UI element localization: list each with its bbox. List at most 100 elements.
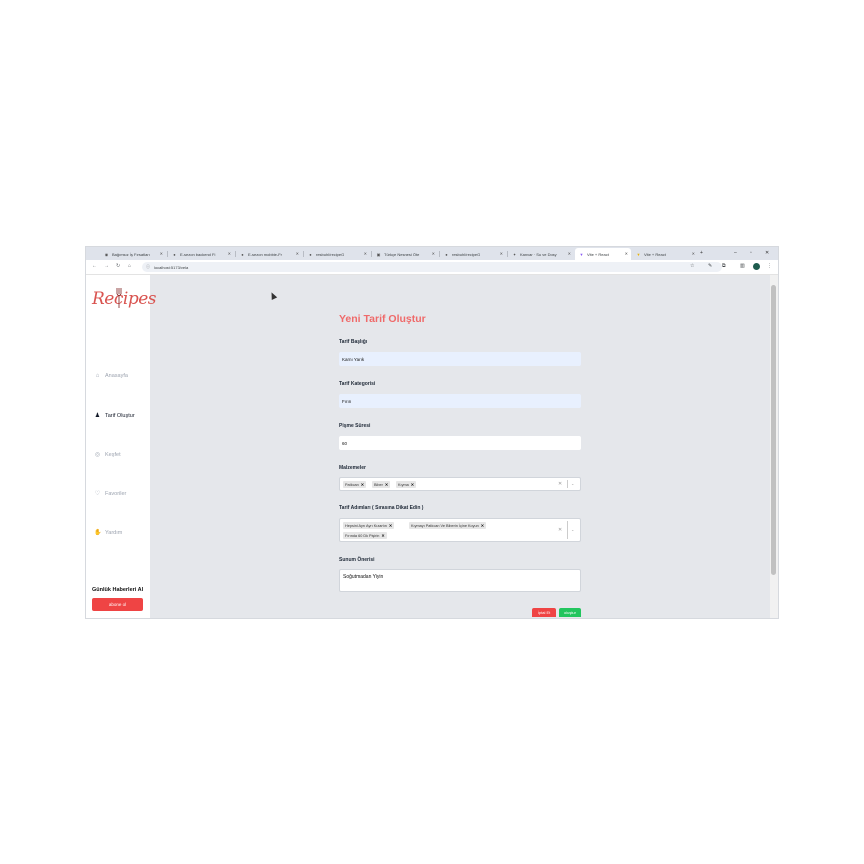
tab-title: E-sezon backend Fi	[180, 251, 216, 257]
close-icon[interactable]: ✕	[364, 251, 367, 256]
window-close-icon[interactable]: ✕	[765, 250, 769, 256]
chip-label: Kıyma	[398, 482, 409, 487]
cook-time-input[interactable]: 60	[339, 436, 581, 450]
hands-icon: ✋	[94, 530, 102, 536]
browser-tab[interactable]: ▼ Vite + React ✕	[632, 248, 698, 260]
serving-textarea[interactable]: Soğutmadan Yiyin	[339, 569, 581, 592]
ingredients-multiselect[interactable]: Patlıcan ✕ Biber ✕ Kıyma ✕ ✕ ⌄	[339, 477, 581, 491]
minimize-icon[interactable]: –	[734, 250, 737, 256]
close-icon[interactable]: ✕	[568, 251, 571, 256]
chevron-down-icon[interactable]: ⌄	[571, 481, 574, 486]
mouse-cursor	[268, 291, 278, 300]
sidebar-item-label: Yardım	[105, 529, 123, 536]
browser-tab-active[interactable]: ▼ Vite + React ✕	[575, 248, 631, 260]
home-icon: ⌂	[95, 373, 100, 379]
close-icon[interactable]: ✕	[228, 251, 231, 256]
subscribe-button[interactable]: abone ol	[92, 598, 143, 611]
close-icon[interactable]: ✕	[160, 251, 163, 256]
extension-puzzle-icon[interactable]: ✎	[708, 263, 712, 269]
github-icon: ●	[445, 251, 448, 257]
chip-label: Patlıcan	[345, 482, 359, 487]
ingredient-chip: Kıyma ✕	[396, 481, 416, 488]
globe-icon: ◉	[104, 251, 109, 257]
chevron-down-icon[interactable]: ⌄	[571, 527, 574, 532]
cook-time-label: Pişme Süresi	[339, 423, 371, 429]
browser-tab[interactable]: ● resbuhl/recipeG ✕	[440, 248, 506, 260]
doc-icon: ▣	[376, 251, 381, 257]
remove-chip-icon[interactable]: ✕	[411, 482, 414, 487]
remove-chip-icon[interactable]: ✕	[381, 533, 384, 538]
newsletter-title: Günlük Haberleri Al	[92, 587, 144, 593]
sidebar: Recipes ⌂ Anasayfa ♟ Tarif Oluştur ◎ Keşfet…	[86, 275, 157, 618]
user-icon: ♟	[94, 413, 101, 419]
sidebar-item-explore[interactable]: ◎ Keşfet	[94, 451, 121, 459]
browser-tab[interactable]: ◉ Bağımsız İş Fırsatları ✕	[100, 248, 166, 260]
cancel-button[interactable]: İptal Et	[532, 608, 556, 617]
browser-tab[interactable]: ✦ Kanvar · Su ve Dosy ✕	[508, 248, 574, 260]
tab-title: resbuhl/recipeG	[316, 251, 345, 257]
clear-icon[interactable]: ✕	[558, 527, 562, 533]
sidebar-item-favorites[interactable]: ♡ Favoriler	[94, 490, 127, 498]
close-icon[interactable]: ✕	[432, 251, 435, 256]
vite-icon: ▼	[636, 251, 641, 257]
remove-chip-icon[interactable]: ✕	[389, 523, 392, 528]
tab-title: Bağımsız İş Fırsatları	[112, 251, 150, 257]
address-bar-row: ← → ↻ ⌂ ⓘ localhost:5173/vela ☆ ✎ ⧉ ▥ ⋮	[86, 260, 778, 275]
serving-label: Sunum Önerisi	[339, 557, 375, 563]
vite-icon: ▼	[579, 251, 584, 257]
page-scrollbar[interactable]	[770, 275, 778, 618]
sidebar-item-create-recipe[interactable]: ♟ Tarif Oluştur	[94, 412, 135, 420]
browser-tab[interactable]: ● E-sezon mobbie-Fr ✕	[236, 248, 302, 260]
close-icon[interactable]: ✕	[625, 251, 628, 256]
steps-multiselect[interactable]: Hepsini Ayrı Ayrı Kızartın ✕ Kıymayı Patl…	[339, 518, 581, 542]
new-tab-icon[interactable]: +	[700, 250, 703, 256]
site-info-icon[interactable]: ⓘ	[146, 264, 150, 270]
chip-label: Hepsini Ayrı Ayrı Kızartın	[345, 523, 387, 528]
recipe-title-input[interactable]: Karnı Yarık	[339, 352, 581, 366]
settings-icon: ✦	[512, 251, 517, 257]
scrollbar-thumb[interactable]	[771, 285, 776, 575]
clear-icon[interactable]: ✕	[558, 481, 562, 487]
sidebar-item-label: Tarif Oluştur	[105, 412, 135, 419]
maximize-icon[interactable]: ▫	[750, 250, 752, 256]
sidebar-item-label: Anasayfa	[105, 373, 128, 379]
sidebar-item-home[interactable]: ⌂ Anasayfa	[94, 373, 128, 379]
browser-tab[interactable]: ▣ Türkçe Nesnesi Öte ✕	[372, 248, 438, 260]
tab-title: Türkçe Nesnesi Öte	[384, 251, 420, 257]
sidebar-item-help[interactable]: ✋ Yardım	[94, 529, 123, 537]
remove-chip-icon[interactable]: ✕	[481, 523, 484, 528]
category-input[interactable]: Fırın	[339, 394, 581, 408]
browser-window: ◉ Bağımsız İş Fırsatları ✕ ● E-sezon backen…	[86, 247, 778, 618]
chip-label: Fırında 60 Dk Pişirin	[345, 533, 380, 538]
browser-tab[interactable]: ● resbuhl/recipeG ✕	[304, 248, 370, 260]
ingredients-label: Malzemeler	[339, 465, 366, 471]
menu-kebab-icon[interactable]: ⋮	[767, 263, 772, 269]
page-viewport: Recipes ⌂ Anasayfa ♟ Tarif Oluştur ◎ Keşfet…	[86, 275, 778, 618]
url-field[interactable]: ⓘ localhost:5173/vela	[142, 262, 722, 272]
ingredient-chip: Biber ✕	[372, 481, 391, 488]
close-icon[interactable]: ✕	[500, 251, 503, 256]
side-panel-icon[interactable]: ▥	[740, 263, 745, 269]
tab-title: Vite + React	[644, 251, 666, 257]
github-icon: ●	[241, 251, 244, 257]
remove-chip-icon[interactable]: ✕	[361, 482, 364, 487]
back-icon[interactable]: ←	[92, 263, 97, 269]
step-chip: Kıymayı Patlıcan Ve Biberin İçine Koyun ✕	[409, 522, 486, 529]
tab-bar: ◉ Bağımsız İş Fırsatları ✕ ● E-sezon backen…	[86, 247, 778, 260]
close-icon[interactable]: ✕	[692, 251, 695, 256]
compass-icon: ◎	[94, 452, 101, 458]
recipes-logo[interactable]: Recipes	[92, 289, 157, 309]
browser-tab[interactable]: ● E-sezon backend Fi ✕	[168, 248, 234, 260]
bookmark-star-icon[interactable]: ☆	[690, 263, 694, 269]
close-icon[interactable]: ✕	[296, 251, 299, 256]
home-icon[interactable]: ⌂	[128, 263, 131, 269]
profile-avatar[interactable]	[753, 263, 760, 270]
create-button[interactable]: oluştur	[559, 608, 581, 617]
step-chip: Fırında 60 Dk Pişirin ✕	[343, 532, 387, 539]
remove-chip-icon[interactable]: ✕	[385, 482, 388, 487]
forward-icon[interactable]: →	[104, 263, 109, 269]
reload-icon[interactable]: ↻	[116, 263, 120, 269]
github-icon: ●	[173, 251, 176, 257]
select-divider	[567, 521, 568, 539]
extensions-icon[interactable]: ⧉	[722, 263, 726, 269]
